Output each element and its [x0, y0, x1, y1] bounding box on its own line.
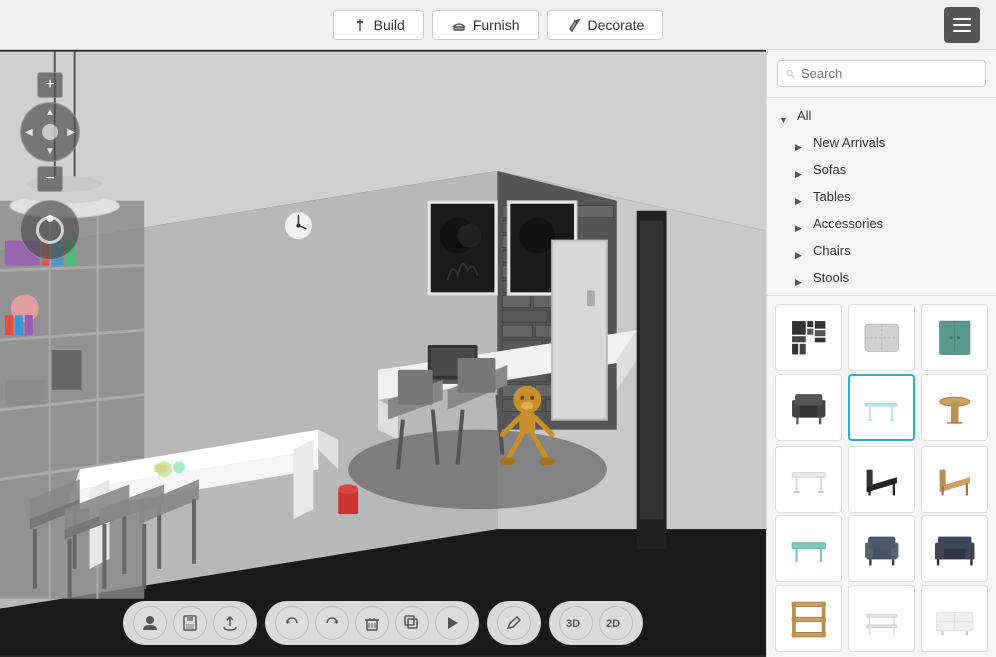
nav-up-arrow: ▲: [45, 107, 55, 118]
3d-viewport[interactable]: + ▲ ▼ ◀ ▶ −: [0, 50, 766, 657]
orbit-control[interactable]: ▲ ▼ ◀ ▶: [20, 102, 80, 162]
category-all[interactable]: All: [767, 102, 996, 129]
cat-label-new-arrivals: New Arrivals: [813, 135, 984, 150]
cat-arrow-tables: [795, 192, 805, 202]
svg-text:3D: 3D: [566, 618, 580, 630]
cat-label-sofas: Sofas: [813, 162, 984, 177]
main-layout: + ▲ ▼ ◀ ▶ −: [0, 50, 996, 657]
cat-arrow-sofas: [795, 165, 805, 175]
delete-button[interactable]: [355, 606, 389, 640]
decorate-button[interactable]: Decorate: [547, 10, 664, 40]
toolbar-group-pencil: [487, 601, 541, 645]
cat-label-chairs: Chairs: [813, 243, 984, 258]
topbar: Build Furnish Decorate: [0, 0, 996, 50]
nav-controls: + ▲ ▼ ◀ ▶ −: [20, 70, 80, 264]
category-new-arrivals[interactable]: New Arrivals: [767, 129, 996, 156]
cat-label-stools: Stools: [813, 270, 984, 285]
cat-label-accessories: Accessories: [813, 216, 984, 231]
item-card-pillow[interactable]: [848, 304, 915, 371]
items-grid: [767, 296, 996, 657]
view-2d-button[interactable]: 2D: [599, 606, 633, 640]
item-card-armchair-blue[interactable]: [848, 515, 915, 582]
item-card-side-table-wood[interactable]: [921, 374, 988, 441]
item-card-shelf-wood[interactable]: [775, 585, 842, 652]
search-bar: [767, 50, 996, 98]
hamburger-line-3: [953, 30, 971, 32]
cat-label-all: All: [797, 108, 984, 123]
duplicate-button[interactable]: [395, 606, 429, 640]
upload-button[interactable]: [213, 606, 247, 640]
category-tables[interactable]: Tables: [767, 183, 996, 210]
cat-arrow-stools: [795, 273, 805, 283]
save-button[interactable]: [173, 606, 207, 640]
right-panel: All New Arrivals Sofas Tables Accessorie…: [766, 50, 996, 657]
toolbar-group-edit: [265, 601, 479, 645]
category-stools[interactable]: Stools: [767, 264, 996, 291]
item-card-cabinet[interactable]: [921, 304, 988, 371]
build-button[interactable]: Build: [333, 10, 424, 40]
nav-down-arrow: ▼: [45, 146, 55, 157]
search-wrapper: [777, 60, 986, 87]
rotate-left-button[interactable]: [275, 606, 309, 640]
item-card-chair-black[interactable]: [848, 446, 915, 513]
furnish-label: Furnish: [473, 17, 520, 33]
undo-button[interactable]: [315, 606, 349, 640]
svg-text:2D: 2D: [606, 618, 620, 630]
item-card-coffee-table-teal[interactable]: [775, 515, 842, 582]
category-chairs[interactable]: Chairs: [767, 237, 996, 264]
category-tree: All New Arrivals Sofas Tables Accessorie…: [767, 98, 996, 296]
play-button[interactable]: [435, 606, 469, 640]
menu-button[interactable]: [944, 7, 980, 43]
edit-pencil-button[interactable]: [497, 606, 531, 640]
toolbar-group-user: [123, 601, 257, 645]
item-card-chair-wood[interactable]: [921, 446, 988, 513]
item-card-sofa-dark[interactable]: [921, 515, 988, 582]
bottom-toolbar: 3D 2D: [123, 601, 643, 645]
item-card-armchair-dark[interactable]: [775, 374, 842, 441]
decorate-label: Decorate: [588, 17, 645, 33]
item-card-wall-art[interactable]: [775, 304, 842, 371]
cat-arrow-new-arrivals: [795, 138, 805, 148]
cat-arrow-chairs: [795, 246, 805, 256]
zoom-in-button[interactable]: +: [37, 72, 63, 98]
item-card-coffee-table-white[interactable]: [775, 446, 842, 513]
item-card-tv-stand-white[interactable]: [921, 585, 988, 652]
furnish-button[interactable]: Furnish: [432, 10, 539, 40]
orbit-dot: [47, 215, 54, 222]
scene-rendering: [0, 50, 766, 657]
build-label: Build: [374, 17, 405, 33]
item-card-side-table-metal[interactable]: [848, 585, 915, 652]
search-input[interactable]: [801, 66, 977, 81]
nav-center: [42, 124, 58, 140]
profile-button[interactable]: [133, 606, 167, 640]
orbit-button[interactable]: [20, 200, 80, 260]
item-card-glass-table[interactable]: [848, 374, 915, 441]
nav-left-arrow: ◀: [25, 127, 33, 138]
category-sofas[interactable]: Sofas: [767, 156, 996, 183]
hamburger-line-1: [953, 18, 971, 20]
category-accessories[interactable]: Accessories: [767, 210, 996, 237]
search-icon: [786, 67, 795, 81]
hamburger-line-2: [953, 24, 971, 26]
view-3d-button[interactable]: 3D: [559, 606, 593, 640]
cat-arrow-all: [779, 111, 789, 121]
orbit-icon: [36, 216, 64, 244]
toolbar-group-view: 3D 2D: [549, 601, 643, 645]
cat-label-tables: Tables: [813, 189, 984, 204]
zoom-out-button[interactable]: −: [37, 166, 63, 192]
nav-right-arrow: ▶: [67, 127, 75, 138]
cat-arrow-accessories: [795, 219, 805, 229]
